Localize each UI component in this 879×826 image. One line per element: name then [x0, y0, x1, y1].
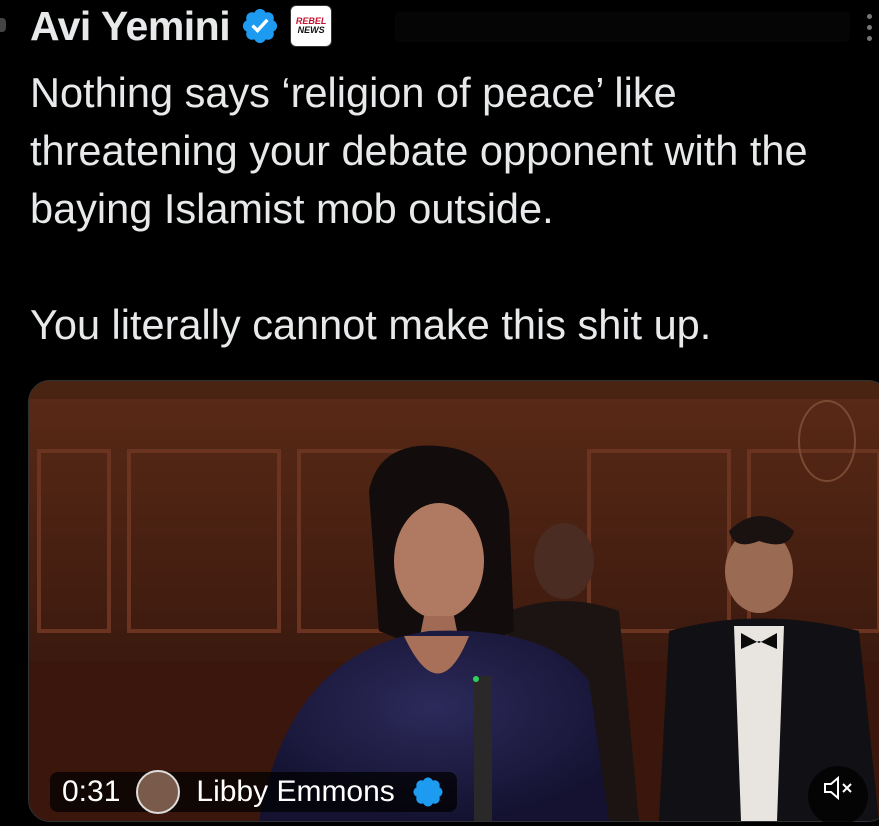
affiliation-badge[interactable]: REBEL NEWS [290, 5, 333, 47]
tweet-header: Avi Yemini REBEL NEWS [30, 2, 333, 50]
mute-icon [824, 776, 852, 800]
mute-button[interactable] [808, 766, 868, 826]
video-overlay-bar: 0:31 Libby Emmons [50, 770, 457, 814]
more-icon[interactable] [867, 14, 875, 41]
affiliation-line2: NEWS [297, 25, 325, 35]
tweet-paragraph-2: You literally cannot make this shit up. [30, 301, 712, 348]
verified-icon [413, 777, 443, 807]
video-player[interactable] [28, 380, 879, 822]
video-frame [29, 381, 879, 821]
author-name[interactable]: Avi Yemini [30, 3, 231, 50]
video-timestamp: 0:31 [62, 775, 121, 808]
avatar[interactable] [136, 770, 181, 814]
thread-indicator [0, 18, 6, 32]
tweet-text: Nothing says ‘religion of peace’ like th… [30, 64, 875, 354]
redacted-handle [395, 12, 850, 42]
video-author[interactable]: Libby Emmons [196, 775, 394, 809]
verified-icon[interactable] [240, 6, 280, 46]
tweet-paragraph-1: Nothing says ‘religion of peace’ like th… [30, 69, 808, 232]
